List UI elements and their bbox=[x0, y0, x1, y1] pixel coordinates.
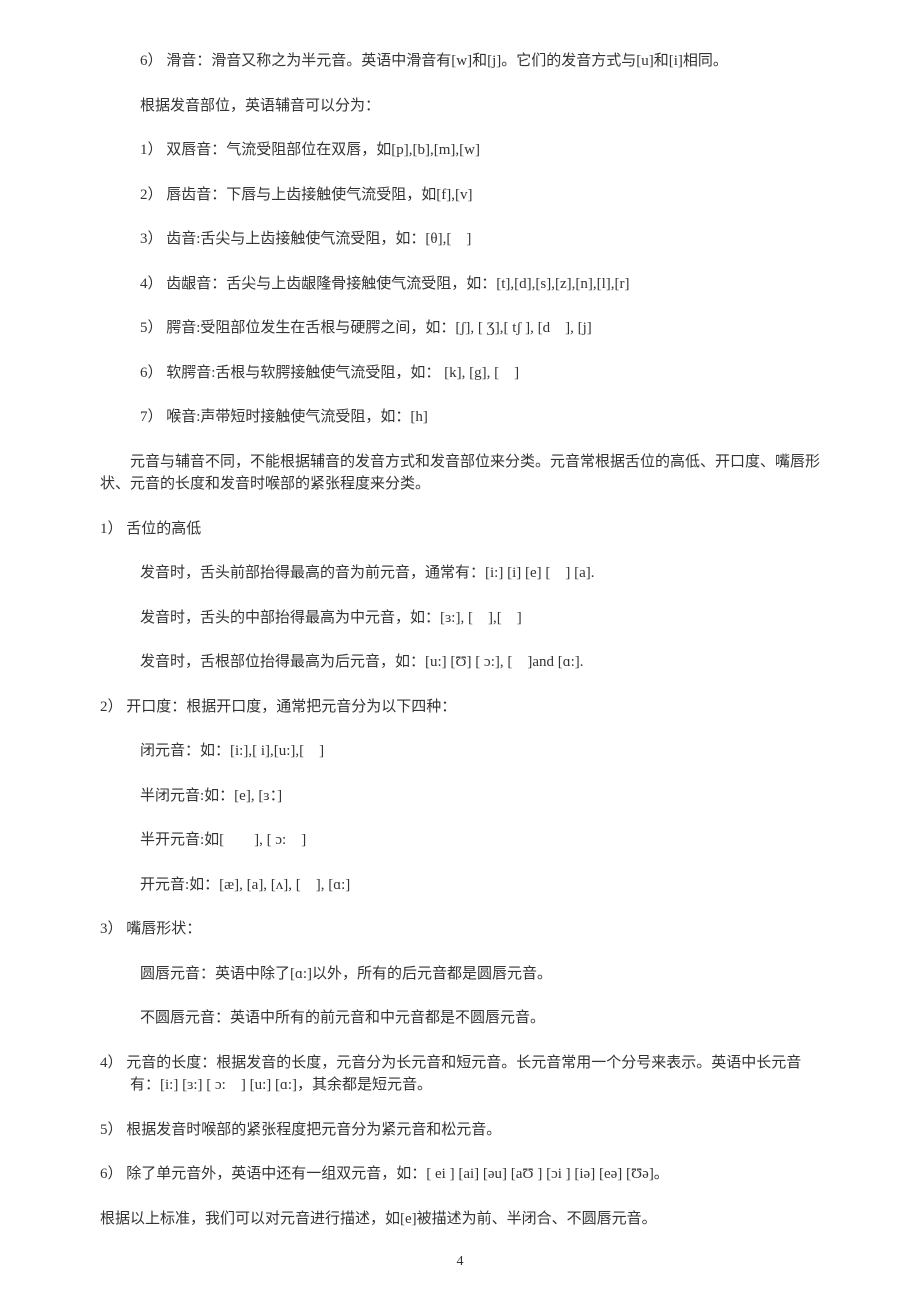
paragraph: 根据发音部位，英语辅音可以分为： bbox=[140, 95, 820, 118]
paragraph: 4） 元音的长度：根据发音的长度，元音分为长元音和短元音。长元音常用一个分号来表… bbox=[100, 1052, 820, 1097]
list-item: 6） 滑音：滑音又称之为半元音。英语中滑音有[w]和[j]。它们的发音方式与[u… bbox=[140, 50, 820, 73]
paragraph: 根据以上标准，我们可以对元音进行描述，如[e]被描述为前、半闭合、不圆唇元音。 bbox=[100, 1208, 820, 1231]
list-item: 3） 齿音:舌尖与上齿接触使气流受阻，如：[θ],[ ] bbox=[140, 228, 820, 251]
list-item: 4） 元音的长度：根据发音的长度，元音分为长元音和短元音。长元音常用一个分号来表… bbox=[100, 1052, 820, 1097]
paragraph: 发音时，舌头的中部抬得最高为中元音，如：[ɜ:], [ ],[ ] bbox=[140, 607, 820, 630]
paragraph: 圆唇元音：英语中除了[ɑ:]以外，所有的后元音都是圆唇元音。 bbox=[140, 963, 820, 986]
list-item: 2） 开口度：根据开口度，通常把元音分为以下四种： bbox=[100, 696, 820, 719]
list-item: 6） 软腭音:舌根与软腭接触使气流受阻，如： [k], [g], [ ] bbox=[140, 362, 820, 385]
paragraph: 发音时，舌头前部抬得最高的音为前元音，通常有：[i:] [i] [e] [ ] … bbox=[140, 562, 820, 585]
list-item: 5） 根据发音时喉部的紧张程度把元音分为紧元音和松元音。 bbox=[100, 1119, 820, 1142]
list-item: 1） 双唇音：气流受阻部位在双唇，如[p],[b],[m],[w] bbox=[140, 139, 820, 162]
paragraph: 半闭元音:如：[e], [ɜ：] bbox=[140, 785, 820, 808]
list-item: 4） 齿龈音：舌尖与上齿龈隆骨接触使气流受阻，如：[t],[d],[s],[z]… bbox=[140, 273, 820, 296]
list-item: 1） 舌位的高低 bbox=[100, 518, 820, 541]
paragraph: 半开元音:如[ ], [ ɔ: ] bbox=[140, 829, 820, 852]
paragraph: 闭元音：如：[i:],[ i],[u:],[ ] bbox=[140, 740, 820, 763]
paragraph: 元音与辅音不同，不能根据辅音的发音方式和发音部位来分类。元音常根据舌位的高低、开… bbox=[100, 451, 820, 496]
document-page: 6） 滑音：滑音又称之为半元音。英语中滑音有[w]和[j]。它们的发音方式与[u… bbox=[0, 0, 920, 1302]
paragraph: 发音时，舌根部位抬得最高为后元音，如：[u:] [Ʊ] [ ɔ:], [ ]an… bbox=[140, 651, 820, 674]
list-item: 5） 腭音:受阻部位发生在舌根与硬腭之间，如：[ʃ], [ Ʒ],[ tʃ ],… bbox=[140, 317, 820, 340]
paragraph: 开元音:如：[æ], [a], [ʌ], [ ], [ɑ:] bbox=[140, 874, 820, 897]
list-item: 2） 唇齿音：下唇与上齿接触使气流受阻，如[f],[v] bbox=[140, 184, 820, 207]
list-item: 6） 除了单元音外，英语中还有一组双元音，如：[ ei ] [ai] [əu] … bbox=[100, 1163, 820, 1186]
page-number: 4 bbox=[0, 1251, 920, 1272]
paragraph: 6） 除了单元音外，英语中还有一组双元音，如：[ ei ] [ai] [əu] … bbox=[100, 1163, 820, 1186]
paragraph: 不圆唇元音：英语中所有的前元音和中元音都是不圆唇元音。 bbox=[140, 1007, 820, 1030]
list-item: 7） 喉音:声带短时接触使气流受阻，如：[h] bbox=[140, 406, 820, 429]
list-item: 3） 嘴唇形状： bbox=[100, 918, 820, 941]
